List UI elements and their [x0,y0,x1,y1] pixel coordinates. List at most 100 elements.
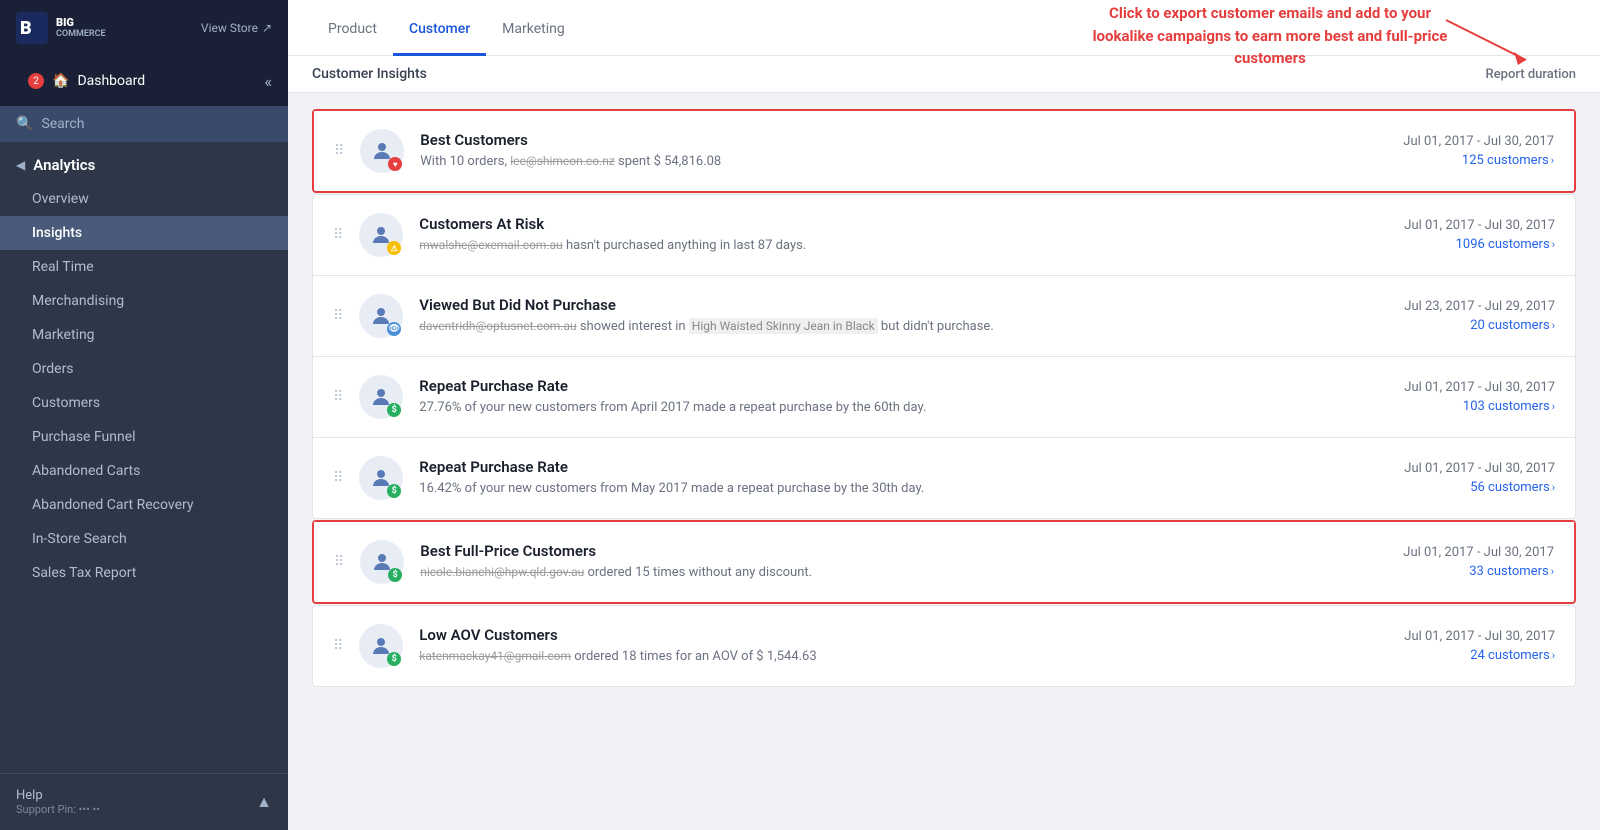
insight-card-repeat-purchase-2[interactable]: ⠿ $ Repeat Purchase Rate 16.42% of your … [313,438,1575,518]
count-label: 103 customers [1463,399,1550,414]
analytics-section-label: Analytics [33,156,95,174]
date-range: Jul 01, 2017 - Jul 30, 2017 [1404,218,1555,233]
insight-meta: Jul 23, 2017 - Jul 29, 2017 20 customers… [1355,299,1555,333]
sidebar-item-orders[interactable]: Orders [0,352,288,386]
bigcommerce-logo-icon: B [16,12,48,44]
dollar-badge: $ [387,652,401,666]
drag-handle-icon: ⠿ [333,389,343,405]
insight-meta: Jul 01, 2017 - Jul 30, 2017 33 customers… [1354,545,1554,579]
insight-title: Best Full-Price Customers [420,542,1338,560]
tab-product[interactable]: Product [312,5,393,56]
insight-meta: Jul 01, 2017 - Jul 30, 2017 125 customer… [1354,134,1554,168]
insight-description: 27.76% of your new customers from April … [419,399,1339,417]
chevron-right-icon: › [1552,238,1555,251]
sidebar-footer: Help Support Pin: ••• •• ▲ [0,773,288,830]
customer-count-link[interactable]: 24 customers › [1470,648,1555,663]
view-store-link[interactable]: View Store ↗ [201,21,272,35]
insight-card-customers-at-risk[interactable]: ⠿ ⚠ Customers At Risk mwalshe@exemail.co… [313,195,1575,276]
best-full-price-icon: $ [360,540,404,584]
customer-count-link[interactable]: 20 customers › [1470,318,1555,333]
insight-content: Repeat Purchase Rate 27.76% of your new … [419,377,1339,417]
sidebar-top-nav: 2 🏠 Dashboard « [0,56,288,106]
insight-card-best-full-price[interactable]: ⠿ $ Best Full-Price Customers nicole.bia… [312,520,1576,604]
chevron-right-icon: › [1551,565,1554,578]
insight-content: Repeat Purchase Rate 16.42% of your new … [419,458,1339,498]
help-label[interactable]: Help [16,788,100,803]
sidebar-analytics-section[interactable]: ◀ Analytics [0,142,288,182]
insight-card-viewed-not-purchased[interactable]: ⠿ 👁 Viewed But Did Not Purchase daventri… [313,276,1575,357]
main-content: Product Customer Marketing Click to expo… [288,0,1600,830]
content-area: ⠿ ♥ Best Customers With 10 orders, lee@s… [288,93,1600,830]
insight-description: daventridh@optusnet.com.au showed intere… [419,318,1339,336]
insight-description: With 10 orders, lee@shimeon.co.nz spent … [420,153,1338,171]
insight-card-low-aov[interactable]: ⠿ $ Low AOV Customers katenmackay41@gmai… [313,606,1575,686]
eye-badge: 👁 [387,322,401,336]
insight-meta: Jul 01, 2017 - Jul 30, 2017 103 customer… [1355,380,1555,414]
sidebar-item-sales-tax-report[interactable]: Sales Tax Report [0,556,288,590]
sidebar-item-overview[interactable]: Overview [0,182,288,216]
sidebar-search-button[interactable]: 🔍 Search [0,106,288,142]
insight-description: nicole.bianchi@hpw.qld.gov.au ordered 15… [420,564,1338,582]
email-text: katenmackay41@gmail.com [419,649,571,663]
insight-content: Customers At Risk mwalshe@exemail.com.au… [419,215,1339,255]
customer-count-link[interactable]: 33 customers › [1469,564,1554,579]
sidebar-item-insights[interactable]: Insights [0,216,288,250]
repeat-purchase-1-icon: $ [359,375,403,419]
email-text: lee@shimeon.co.nz [510,154,615,168]
customer-count-link[interactable]: 1096 customers › [1456,237,1555,252]
sidebar-nav: Overview Insights Real Time Merchandisin… [0,182,288,590]
count-label: 20 customers [1470,318,1549,333]
content-header-title: Customer Insights [312,66,427,82]
dollar-badge: $ [387,403,401,417]
date-range: Jul 01, 2017 - Jul 30, 2017 [1404,629,1555,644]
best-customers-icon: ♥ [360,129,404,173]
date-range: Jul 01, 2017 - Jul 30, 2017 [1404,380,1555,395]
report-duration-label: Report duration [1486,67,1576,82]
sidebar-item-in-store-search[interactable]: In-Store Search [0,522,288,556]
dollar-badge: $ [387,484,401,498]
customer-count-link[interactable]: 125 customers › [1462,153,1554,168]
logo-commerce: COMMERCE [56,30,106,39]
content-subheader: Customer Insights Report duration [288,56,1600,93]
search-icon: 🔍 [16,116,33,132]
view-store-label: View Store [201,21,258,35]
customer-count-link[interactable]: 103 customers › [1463,399,1555,414]
insight-title: Viewed But Did Not Purchase [419,296,1339,314]
insight-title: Repeat Purchase Rate [419,458,1339,476]
insight-description: 16.42% of your new customers from May 20… [419,480,1339,498]
customer-count-link[interactable]: 56 customers › [1470,480,1555,495]
insight-title: Repeat Purchase Rate [419,377,1339,395]
sidebar-item-customers[interactable]: Customers [0,386,288,420]
date-range: Jul 01, 2017 - Jul 30, 2017 [1404,461,1555,476]
dashboard-badge: 2 [28,73,44,89]
count-label: 56 customers [1470,480,1549,495]
insight-content: Best Customers With 10 orders, lee@shime… [420,131,1338,171]
drag-handle-icon: ⠿ [333,227,343,243]
sidebar-collapse-button[interactable]: « [264,72,272,91]
chevron-right-icon: › [1552,400,1555,413]
tab-marketing[interactable]: Marketing [486,5,581,56]
insight-card-repeat-purchase-1[interactable]: ⠿ $ Repeat Purchase Rate 27.76% of your … [313,357,1575,438]
sidebar-item-abandoned-carts[interactable]: Abandoned Carts [0,454,288,488]
top-tabs-bar: Product Customer Marketing Click to expo… [288,0,1600,56]
help-section: Help Support Pin: ••• •• [16,788,100,816]
tab-customer[interactable]: Customer [393,5,486,56]
insight-title: Low AOV Customers [419,626,1339,644]
count-label: 1096 customers [1456,237,1550,252]
sidebar-item-realtime[interactable]: Real Time [0,250,288,284]
home-icon: 🏠 [52,73,69,89]
dashboard-nav-item[interactable]: 2 🏠 Dashboard [16,65,157,97]
drag-handle-icon: ⠿ [333,308,343,324]
viewed-not-purchase-icon: 👁 [359,294,403,338]
sidebar-item-marketing[interactable]: Marketing [0,318,288,352]
sidebar-item-purchase-funnel[interactable]: Purchase Funnel [0,420,288,454]
dashboard-label: Dashboard [77,73,145,89]
date-range: Jul 01, 2017 - Jul 30, 2017 [1403,134,1554,149]
drag-handle-icon: ⠿ [334,143,344,159]
insight-card-best-customers[interactable]: ⠿ ♥ Best Customers With 10 orders, lee@s… [312,109,1576,193]
insight-meta: Jul 01, 2017 - Jul 30, 2017 1096 custome… [1355,218,1555,252]
sidebar-item-merchandising[interactable]: Merchandising [0,284,288,318]
sidebar-item-abandoned-cart-recovery[interactable]: Abandoned Cart Recovery [0,488,288,522]
sidebar-footer-chevron-icon[interactable]: ▲ [256,792,272,812]
insight-description: mwalshe@exemail.com.au hasn't purchased … [419,237,1339,255]
